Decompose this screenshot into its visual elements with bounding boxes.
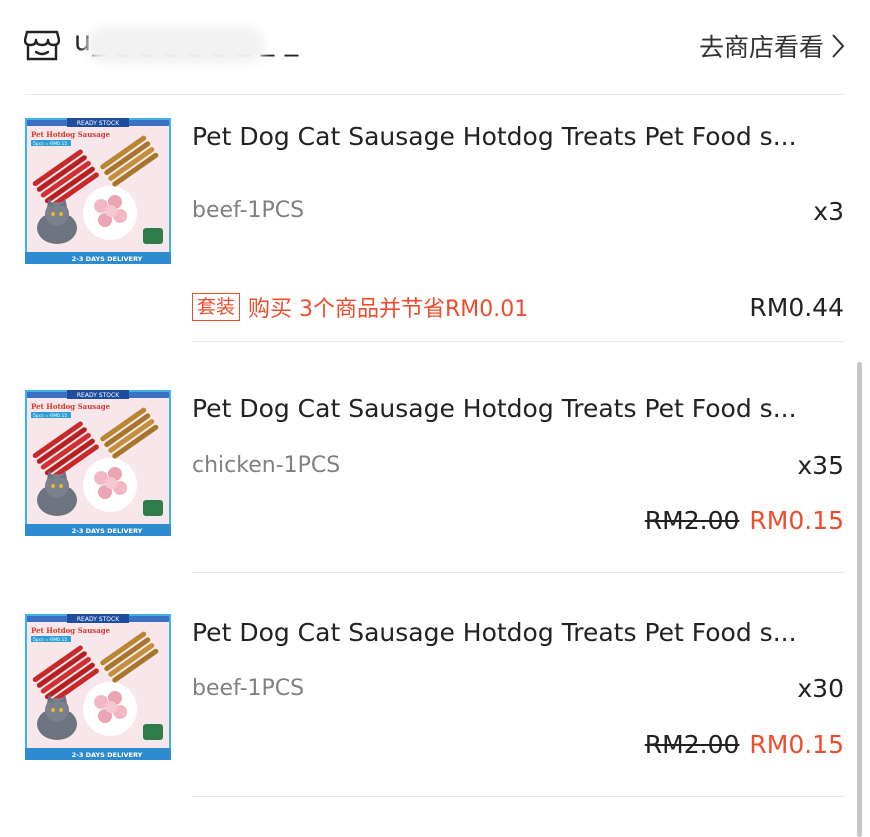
header-divider	[25, 94, 845, 95]
bundle-deal[interactable]: 套装 购买 3个商品并节省RM0.01	[192, 291, 528, 323]
thumb-footer: 2-3 DAYS DELIVERY	[72, 255, 143, 263]
thumb-heading: Pet Hotdog Sausage	[31, 626, 111, 635]
item-original-price: RM2.00	[644, 730, 740, 759]
shop-name-redaction	[86, 26, 266, 64]
product-thumbnail[interactable]: READY STOCK Pet Hotdog Sausage 5pcs = RM…	[25, 614, 171, 760]
item-variant: chicken-1PCS	[192, 453, 341, 478]
thumb-badge: 5pcs = RM0.15	[33, 637, 67, 643]
bundle-tag: 套装	[192, 293, 241, 321]
item-title[interactable]: Pet Dog Cat Sausage Hotdog Treats Pet Fo…	[192, 122, 844, 151]
thumb-badge: 5pcs = RM0.15	[33, 141, 67, 147]
item-divider	[192, 341, 845, 342]
thumb-footer: 2-3 DAYS DELIVERY	[72, 751, 143, 759]
thumb-heading: Pet Hotdog Sausage	[31, 130, 111, 139]
chevron-right-icon	[832, 34, 845, 58]
thumb-badge: 5pcs = RM0.15	[33, 413, 67, 419]
shop-icon[interactable]	[23, 28, 61, 62]
item-quantity: x3	[813, 197, 844, 226]
item-original-price: RM2.00	[644, 506, 740, 535]
item-price: RM0.15	[749, 506, 844, 535]
item-price: RM0.44	[749, 293, 844, 322]
product-thumbnail[interactable]: READY STOCK Pet Hotdog Sausage 5pcs = RM…	[25, 390, 171, 536]
thumb-heading: Pet Hotdog Sausage	[31, 402, 111, 411]
item-variant: beef-1PCS	[192, 676, 305, 701]
item-price-group: RM2.00 RM0.15	[645, 730, 844, 759]
thumb-banner: READY STOCK	[77, 120, 120, 127]
bundle-text: 购买 3个商品并节省RM0.01	[248, 297, 529, 322]
item-variant: beef-1PCS	[192, 198, 305, 223]
scrollbar[interactable]	[857, 362, 862, 837]
item-divider	[192, 796, 845, 797]
visit-shop-link[interactable]: 去商店看看	[699, 28, 846, 64]
item-title[interactable]: Pet Dog Cat Sausage Hotdog Treats Pet Fo…	[192, 394, 844, 423]
item-divider	[192, 572, 845, 573]
thumb-banner: READY STOCK	[77, 616, 120, 623]
item-price: RM0.15	[749, 730, 844, 759]
visit-shop-label: 去商店看看	[698, 33, 824, 62]
thumb-footer: 2-3 DAYS DELIVERY	[72, 527, 143, 535]
thumb-banner: READY STOCK	[77, 392, 120, 399]
item-price-group: RM2.00 RM0.15	[645, 506, 844, 535]
product-thumbnail[interactable]: READY STOCK Pet Hotdog Sausage 5pcs = RM…	[25, 118, 171, 264]
item-quantity: x30	[797, 674, 844, 703]
item-title[interactable]: Pet Dog Cat Sausage Hotdog Treats Pet Fo…	[192, 618, 844, 647]
item-quantity: x35	[797, 451, 844, 480]
shop-header: u_ _ _ _ _ _ _ _ _ 去商店看看	[0, 0, 870, 94]
